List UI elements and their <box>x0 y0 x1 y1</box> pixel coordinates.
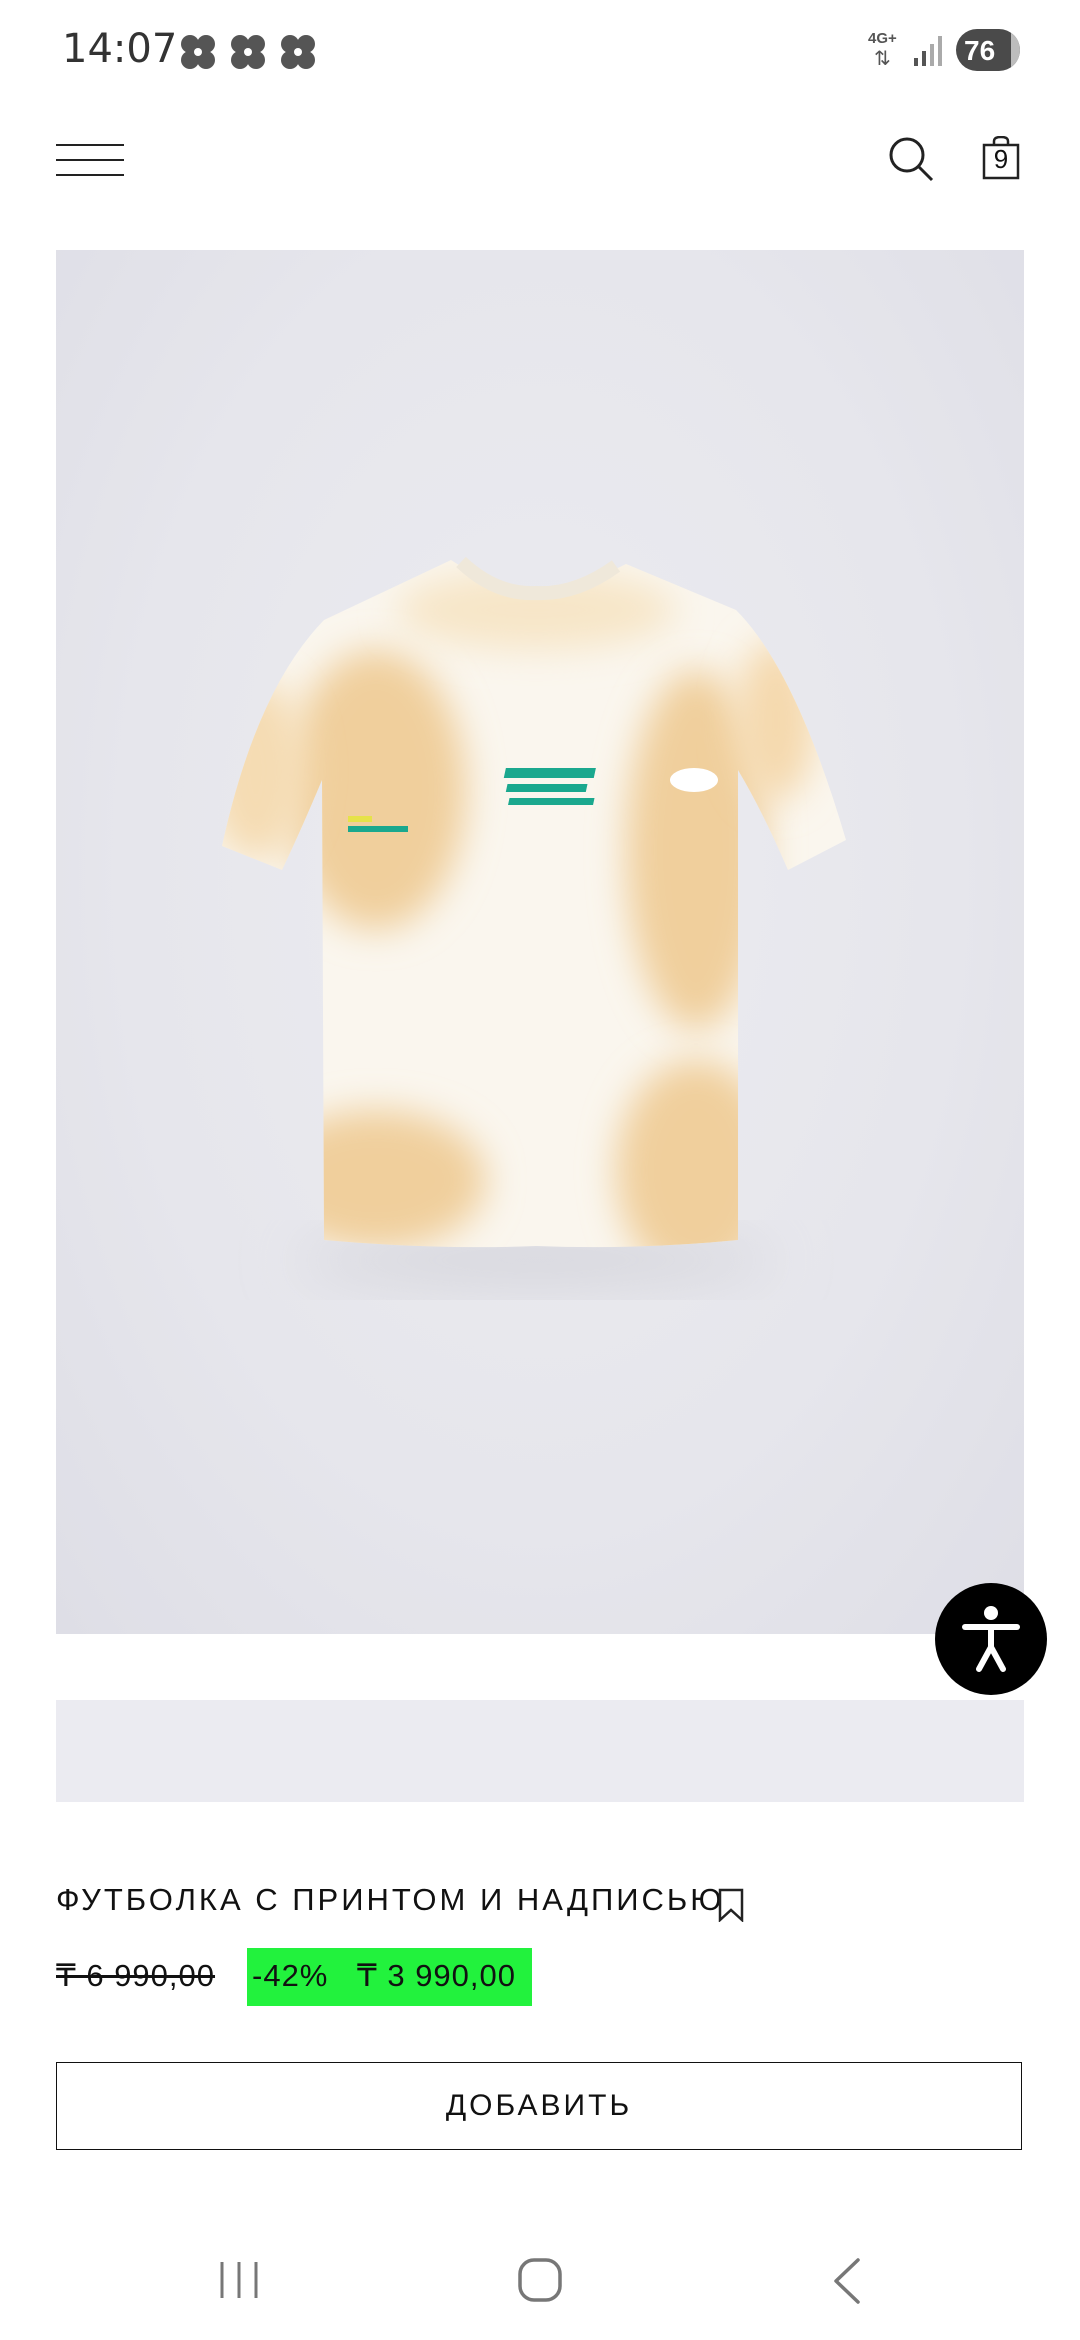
data-arrows-icon: ⇅ <box>874 48 891 70</box>
battery-level: 76 <box>964 35 996 66</box>
search-icon[interactable] <box>886 134 936 184</box>
sale-price: ₸ 3 990,00 <box>357 1958 517 1993</box>
system-nav-bar <box>0 2220 1080 2340</box>
tshirt-illustration <box>222 556 846 1280</box>
battery-indicator: 76 <box>956 29 1020 71</box>
hamburger-icon <box>56 144 124 146</box>
notification-app-icon <box>181 35 215 69</box>
network-indicator: 4G+ ⇅ <box>868 30 908 74</box>
image-thumbnail[interactable] <box>56 1700 1024 1802</box>
bookmark-icon[interactable] <box>717 1888 745 1922</box>
recent-apps-icon[interactable] <box>216 2258 262 2302</box>
notification-app-icon <box>281 35 315 69</box>
menu-button[interactable] <box>56 140 126 180</box>
product-title: ФУТБОЛКА С ПРИНТОМ И НАДПИСЬЮ <box>56 1882 725 1917</box>
cart-count: 9 <box>993 144 1009 174</box>
accessibility-button[interactable] <box>935 1583 1047 1695</box>
cart-button[interactable]: 9 <box>982 136 1020 180</box>
network-type: 4G+ <box>868 30 897 47</box>
add-to-cart-button[interactable]: ДОБАВИТЬ <box>56 2062 1022 2150</box>
notification-app-icon <box>231 35 265 69</box>
old-price: ₸ 6 990,00 <box>56 1958 216 1993</box>
status-time: 14:07 <box>62 26 178 72</box>
signal-icon <box>914 36 942 66</box>
notification-icons <box>178 32 318 72</box>
home-icon[interactable] <box>516 2256 564 2304</box>
discount-percent: -42% <box>252 1958 329 1993</box>
accessibility-icon <box>962 1606 1020 1672</box>
status-bar: 14:07 4G+ ⇅ 76 <box>0 0 1080 100</box>
back-icon[interactable] <box>828 2256 864 2306</box>
product-image[interactable] <box>56 250 1024 1634</box>
